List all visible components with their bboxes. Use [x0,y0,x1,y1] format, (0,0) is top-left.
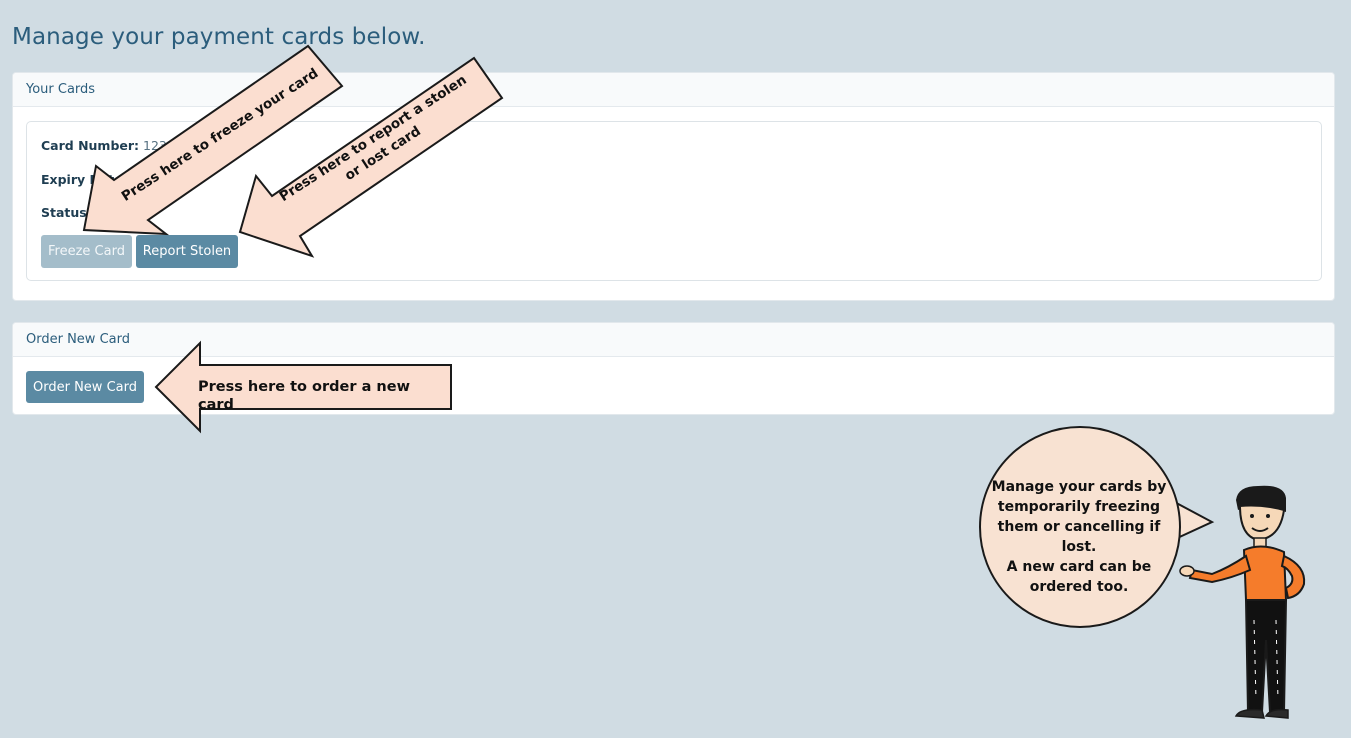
your-cards-panel: Your Cards Card Number: 12345 Expiry Dat… [12,72,1335,301]
speech-bubble-text: Manage your cards by temporarily freezin… [986,477,1172,597]
speech-bubble-line-2: A new card can be ordered too. [1006,559,1152,595]
page-title: Manage your payment cards below. [12,24,426,50]
order-callout-text: Press here to order a new card [198,379,410,413]
speech-bubble-line-1: Manage your cards by temporarily freezin… [991,479,1167,555]
expiry-date-label: Expiry Date: [41,172,128,187]
your-cards-header: Your Cards [13,73,1334,107]
freeze-card-button[interactable]: Freeze Card [41,235,132,268]
status-label: Status: [41,205,92,220]
order-card-header: Order New Card [13,323,1334,357]
card-number-field: Card Number: 12345 [41,138,183,153]
expiry-date-field: Expiry Date: [41,172,128,187]
status-field: Status: [41,205,92,220]
order-new-card-button[interactable]: Order New Card [26,371,144,403]
report-stolen-button[interactable]: Report Stolen [136,235,238,268]
cartoon-man-illustration [1179,485,1306,719]
card-number-label: Card Number: [41,138,140,153]
